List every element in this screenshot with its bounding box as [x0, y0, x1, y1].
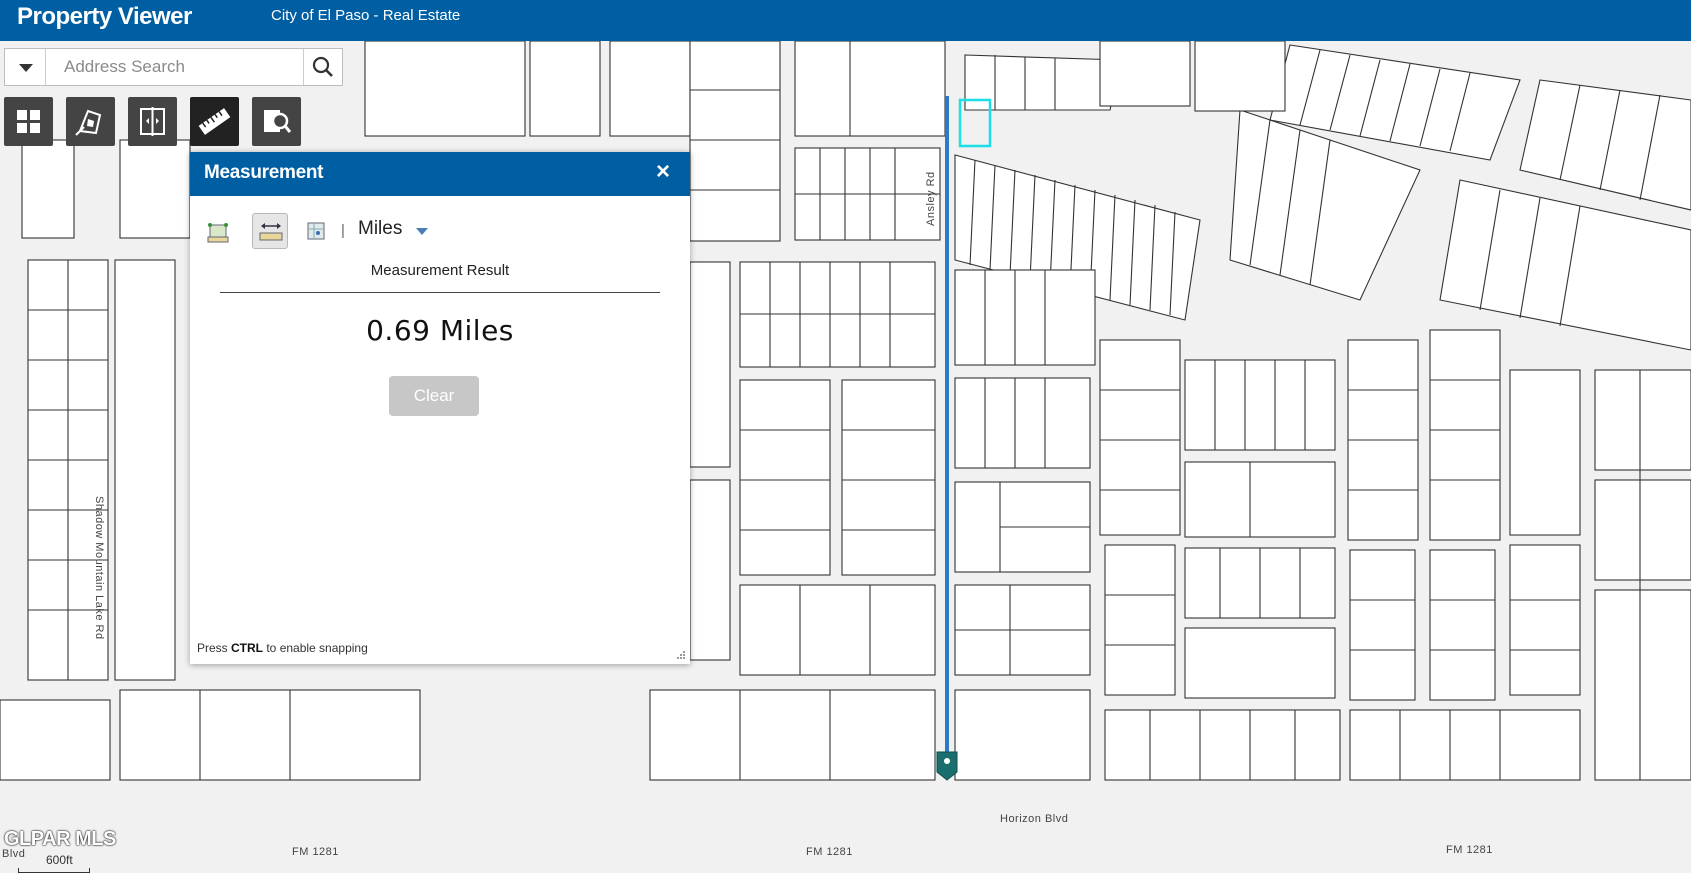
area-measure-icon	[207, 223, 229, 243]
search-button[interactable]	[303, 49, 343, 85]
search-icon	[312, 56, 333, 77]
snapping-hint: Press CTRL to enable snapping	[197, 641, 368, 655]
caret-down-icon	[19, 64, 33, 72]
app-title: Property Viewer	[17, 3, 192, 30]
resize-handle-icon[interactable]	[676, 650, 686, 660]
road-label-fm1281-center: FM 1281	[806, 846, 853, 858]
measurement-panel-header[interactable]: Measurement ×	[190, 152, 690, 196]
clear-button[interactable]: Clear	[389, 376, 479, 416]
location-measure-icon	[307, 222, 325, 240]
distance-measure-button[interactable]	[252, 213, 288, 249]
chevron-down-icon[interactable]	[416, 228, 428, 235]
road-label-horizon: Horizon Blvd	[1000, 813, 1069, 825]
app-subtitle: City of El Paso - Real Estate	[271, 7, 461, 24]
measurement-result-heading: Measurement Result	[370, 262, 510, 279]
basemap-grid-icon	[17, 110, 40, 133]
measurement-result-value: 0.69 Miles	[366, 314, 514, 347]
area-measure-button[interactable]	[200, 213, 236, 249]
mls-watermark: GLPAR MLS	[4, 828, 116, 850]
snap-hint-prefix: Press	[197, 641, 232, 655]
measurement-panel: Measurement × | Miles Measurement Result…	[190, 152, 690, 664]
location-measure-button[interactable]	[298, 213, 334, 249]
road-label-shadow-mountain: Shadow Mountain Lake Rd	[93, 496, 105, 640]
identify-search-icon	[264, 110, 292, 133]
close-icon[interactable]: ×	[656, 160, 670, 184]
road-label-ansley: Ansley Rd	[925, 171, 937, 226]
scale-bar-label: 600ft	[46, 853, 73, 867]
swipe-compare-icon	[140, 107, 165, 136]
search-source-dropdown[interactable]	[5, 49, 46, 85]
units-separator: |	[341, 222, 345, 239]
units-dropdown[interactable]: Miles	[358, 218, 402, 240]
result-divider	[220, 292, 660, 293]
measure-ruler-icon	[198, 108, 231, 135]
address-search	[4, 48, 343, 86]
distance-measure-icon	[259, 223, 283, 241]
measurement-panel-title: Measurement	[204, 162, 324, 183]
identify-button[interactable]	[252, 97, 301, 146]
swipe-compare-button[interactable]	[128, 97, 177, 146]
scale-bar	[18, 868, 90, 873]
snap-hint-key: CTRL	[231, 641, 264, 655]
basemap-gallery-button[interactable]	[4, 97, 53, 146]
app-header: Property Viewer City of El Paso - Real E…	[0, 0, 1691, 41]
address-search-input[interactable]	[46, 49, 303, 85]
layer-list-button[interactable]	[66, 97, 115, 146]
road-label-fm1281-left: FM 1281	[292, 846, 339, 858]
snap-hint-suffix: to enable snapping	[263, 641, 368, 655]
road-label-fm1281-right: FM 1281	[1446, 844, 1493, 856]
measure-tool-button[interactable]	[190, 97, 239, 146]
layers-icon	[75, 109, 102, 136]
